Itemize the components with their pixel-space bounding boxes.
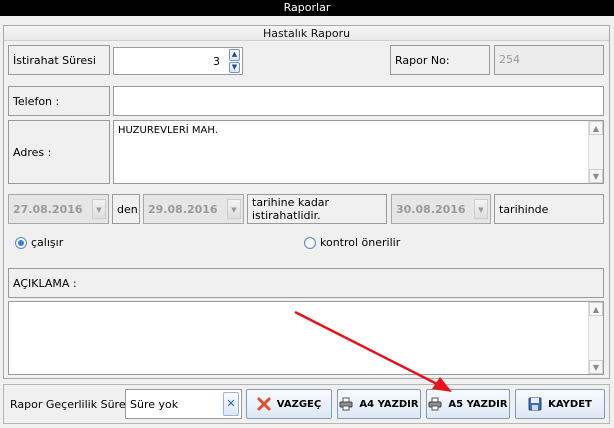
chevron-down-icon[interactable]: ▼ [229,61,240,73]
chevron-down-icon[interactable]: ▼ [227,199,241,219]
radio-unchecked-icon[interactable] [304,236,316,249]
group-title: Hastalık Raporu [4,26,609,41]
floppy-disk-icon [528,397,542,411]
scroll-up-icon[interactable]: ▲ [589,302,603,316]
scroll-up-icon[interactable]: ▲ [589,121,603,135]
issue-date-picker[interactable]: 30.08.2016 ▼ [391,194,491,224]
rest-period-label: İstirahat Süresi [8,45,110,75]
radio-control-label: kontrol önerilir [320,236,401,249]
address-textarea[interactable]: HUZUREVLERİ MAH. ▲ ▼ [113,120,604,184]
print-a4-button[interactable]: A4 YAZDIR [337,389,421,419]
rest-period-value: 3 [213,55,220,68]
report-no-field: 254 [494,45,604,75]
description-value [9,302,603,310]
chevron-up-icon[interactable]: ▲ [229,49,240,61]
scroll-down-icon[interactable]: ▼ [589,360,603,374]
chevron-down-icon[interactable]: ▼ [92,199,106,219]
stepper-buttons: ▲ ▼ [229,49,240,73]
radio-checked-icon[interactable] [15,236,27,249]
issue-text-label: tarihinde [494,194,604,224]
chevron-down-icon[interactable]: ▼ [474,199,488,219]
save-button-label: KAYDET [548,398,592,410]
clear-icon[interactable]: ✕ [223,392,239,416]
description-textarea[interactable]: ▲ ▼ [8,301,604,375]
validity-value: Süre yok [130,398,179,411]
phone-label: Telefon : [8,86,110,116]
start-date-value: 27.08.2016 [13,202,83,216]
cancel-button-label: VAZGEÇ [276,398,322,410]
x-icon [257,397,271,411]
radio-control[interactable]: kontrol önerilir [304,236,400,249]
issue-date-value: 30.08.2016 [396,202,466,216]
end-date-value: 29.08.2016 [148,202,218,216]
print-a5-button[interactable]: A5 YAZDIR [426,389,510,419]
printer-icon [428,397,442,411]
end-date-picker[interactable]: 29.08.2016 ▼ [143,194,244,224]
cancel-button[interactable]: VAZGEÇ [246,389,332,419]
print-a4-label: A4 YAZDIR [359,398,419,410]
address-label: Adres : [8,120,110,184]
address-scrollbar[interactable]: ▲ ▼ [588,121,603,183]
scroll-down-icon[interactable]: ▼ [589,169,603,183]
validity-combo[interactable]: Süre yok ✕ [125,389,242,419]
start-date-picker[interactable]: 27.08.2016 ▼ [8,194,109,224]
rest-period-stepper[interactable]: 3 ▲ ▼ [113,47,243,75]
window-title: Raporlar [0,0,614,16]
print-a5-label: A5 YAZDIR [448,398,508,410]
description-scrollbar[interactable]: ▲ ▼ [588,302,603,374]
printer-icon [339,397,353,411]
between-label: den [112,194,140,224]
save-button[interactable]: KAYDET [515,389,605,419]
address-value: HUZUREVLERİ MAH. [118,125,218,136]
radio-works-label: çalışır [31,236,64,249]
radio-works[interactable]: çalışır [15,236,63,249]
report-no-label: Rapor No: [390,45,490,75]
description-label: AÇIKLAMA : [8,268,604,298]
phone-input[interactable] [113,86,604,116]
until-label: tarihine kadar istirahatlidir. [247,194,387,224]
validity-label: Rapor Geçerlilik Süresi : [10,398,142,411]
